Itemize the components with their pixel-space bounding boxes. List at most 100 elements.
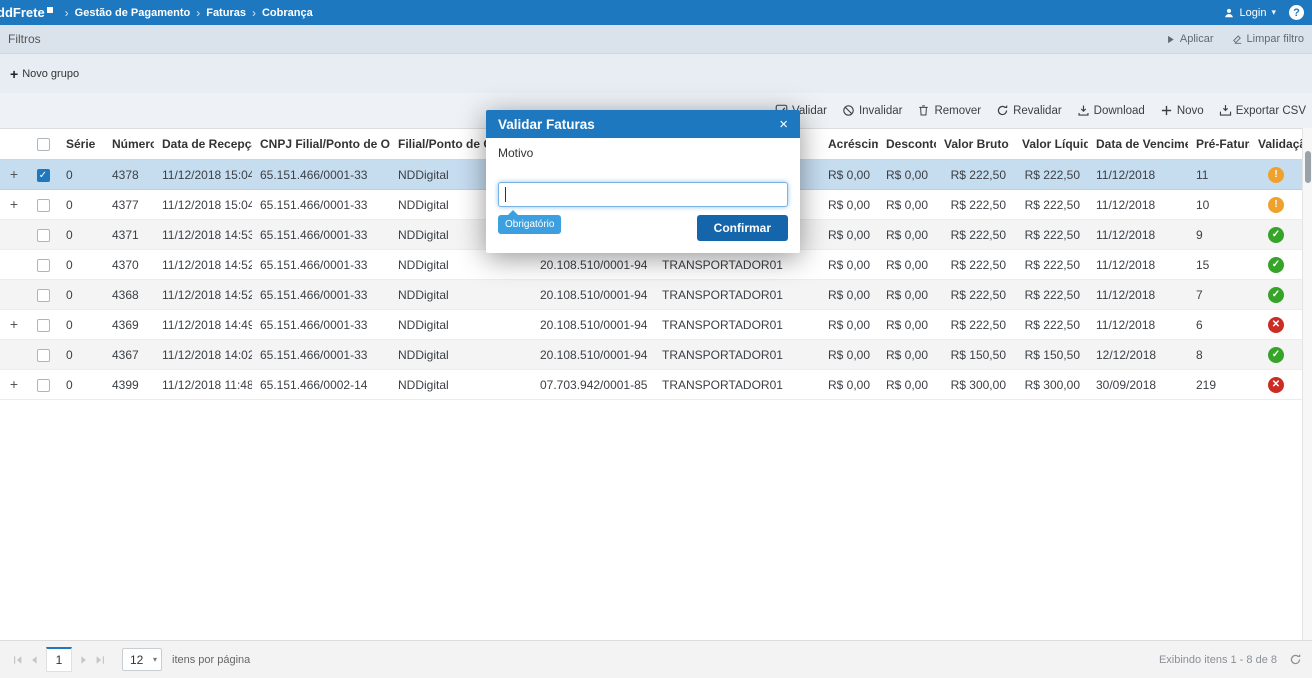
column-header-desconto[interactable]: Desconto <box>878 128 936 160</box>
expand-cell <box>0 219 28 250</box>
user-icon <box>1223 7 1235 19</box>
expand-row-icon[interactable]: + <box>10 316 18 332</box>
cell-valor_bruto: R$ 150,50 <box>936 339 1014 370</box>
error-icon: ✕ <box>1268 316 1284 333</box>
cell-desconto: R$ 0,00 <box>878 219 936 250</box>
checkbox-cell <box>28 279 58 310</box>
motivo-label: Motivo <box>498 146 534 160</box>
cell-serie: 0 <box>58 219 104 250</box>
download-label: Download <box>1093 104 1145 117</box>
success-icon: ✓ <box>1268 286 1284 303</box>
row-checkbox[interactable] <box>36 378 50 392</box>
table-row[interactable]: 0 4370 11/12/2018 14:52 65.151.466/0001-33 N… <box>0 249 1302 280</box>
next-page-button[interactable] <box>76 652 92 668</box>
cell-valor_bruto: R$ 222,50 <box>936 159 1014 190</box>
invalidar-button[interactable]: Invalidar <box>842 104 902 117</box>
row-checkbox[interactable] <box>36 228 50 242</box>
exportar-csv-label: Exportar CSV <box>1235 104 1306 117</box>
column-header-serie[interactable]: Série <box>58 128 104 160</box>
cell-numero: 4367 <box>104 339 154 370</box>
column-header-data_recepcao[interactable]: Data de Recepção ↓ <box>154 128 252 160</box>
expand-row-icon[interactable]: + <box>10 196 18 212</box>
warning-icon: ! <box>1268 196 1284 213</box>
table-row[interactable]: 0 4367 11/12/2018 14:02 65.151.466/0001-33 N… <box>0 339 1302 370</box>
expand-row-icon[interactable]: + <box>10 376 18 392</box>
table-row[interactable]: +0 4369 11/12/2018 14:49 65.151.466/0001-33… <box>0 309 1302 340</box>
expand-row-icon[interactable]: + <box>10 166 18 182</box>
pagination-right: Exibindo itens 1 - 8 de 8 <box>1159 653 1302 666</box>
row-checkbox[interactable] <box>36 288 50 302</box>
vertical-scrollbar[interactable] <box>1302 128 1312 640</box>
cell-desconto: R$ 0,00 <box>878 339 936 370</box>
last-page-button[interactable] <box>92 652 108 668</box>
refresh-icon[interactable] <box>1289 653 1302 666</box>
first-page-button[interactable] <box>10 652 26 668</box>
column-header-acrescimo[interactable]: Acréscimo <box>820 128 878 160</box>
row-checkbox[interactable] <box>36 198 50 212</box>
login-menu[interactable]: Login <box>1240 7 1267 19</box>
app-root: ddFrete › Gestão de Pagamento › Faturas › Cob… <box>0 0 1312 678</box>
cell-desconto: R$ 0,00 <box>878 189 936 220</box>
cell-serie: 0 <box>58 279 104 310</box>
novo-button[interactable]: Novo <box>1160 104 1204 117</box>
column-header-valor_liquido[interactable]: Valor Líquido <box>1014 128 1088 160</box>
validation-cell: ! <box>1250 189 1302 220</box>
expand-cell <box>0 279 28 310</box>
cell-pre_fatura: 7 <box>1188 279 1250 310</box>
row-checkbox[interactable] <box>36 318 50 332</box>
row-checkbox[interactable] <box>36 348 50 362</box>
column-header-pre_fatura[interactable]: Pré-Fatura <box>1188 128 1250 160</box>
cell-filial: NDDigital <box>390 249 532 280</box>
page-1-button[interactable]: 1 <box>46 647 72 672</box>
exportar-csv-button[interactable]: Exportar CSV <box>1219 104 1306 117</box>
cell-acrescimo: R$ 0,00 <box>820 249 878 280</box>
plus-icon <box>1160 104 1173 117</box>
cell-cnpj_filial: 65.151.466/0001-33 <box>252 159 390 190</box>
column-header-validacao[interactable]: Validação <box>1250 128 1302 160</box>
remover-button[interactable]: Remover <box>917 104 981 117</box>
column-header-valor_bruto[interactable]: Valor Bruto <box>936 128 1014 160</box>
validation-cell: ✓ <box>1250 279 1302 310</box>
clear-filter-button[interactable]: Limpar filtro <box>1232 33 1304 45</box>
close-icon[interactable]: × <box>779 117 788 132</box>
modal-footer-row: Obrigatório Confirmar <box>498 210 788 241</box>
column-header-data_vencimento[interactable]: Data de Vencimento <box>1088 128 1188 160</box>
motivo-input[interactable] <box>498 182 788 207</box>
download-button[interactable]: Download <box>1077 104 1145 117</box>
cell-valor_liquido: R$ 222,50 <box>1014 249 1088 280</box>
breadcrumb-item[interactable]: Cobrança <box>262 7 313 19</box>
select-all-header[interactable] <box>28 128 58 160</box>
topbar-right: Login ▾ ? <box>1223 5 1304 20</box>
confirm-button[interactable]: Confirmar <box>696 215 788 241</box>
scrollbar-thumb[interactable] <box>1305 151 1311 183</box>
breadcrumb-item[interactable]: Gestão de Pagamento <box>75 7 191 19</box>
help-icon[interactable]: ? <box>1289 5 1304 20</box>
table-row[interactable]: 0 4368 11/12/2018 14:52 65.151.466/0001-33 N… <box>0 279 1302 310</box>
revalidar-button[interactable]: Revalidar <box>996 104 1062 117</box>
breadcrumb-item[interactable]: Faturas <box>206 7 246 19</box>
new-group-button[interactable]: + Novo grupo <box>10 67 79 81</box>
new-group-label: Novo grupo <box>22 67 80 80</box>
column-header-cnpj_filial[interactable]: CNPJ Filial/Ponto de Operação <box>252 128 390 160</box>
row-checkbox[interactable]: ✓ <box>36 168 50 182</box>
revalidar-label: Revalidar <box>1013 104 1062 117</box>
cell-numero: 4370 <box>104 249 154 280</box>
cell-data_vencimento: 11/12/2018 <box>1088 249 1188 280</box>
brand-logo[interactable]: ddFrete <box>0 5 53 20</box>
cell-data_recepcao: 11/12/2018 14:52 <box>154 249 252 280</box>
page-size-select[interactable]: 12 ▾ <box>122 648 162 671</box>
cell-data_vencimento: 12/12/2018 <box>1088 339 1188 370</box>
cell-numero: 4377 <box>104 189 154 220</box>
row-checkbox[interactable] <box>36 258 50 272</box>
checkbox-cell <box>28 369 58 400</box>
previous-page-button[interactable] <box>26 652 42 668</box>
select-all-checkbox[interactable] <box>36 138 50 152</box>
cell-valor_liquido: R$ 222,50 <box>1014 159 1088 190</box>
column-header-numero[interactable]: Número <box>104 128 154 160</box>
apply-filters-button[interactable]: Aplicar <box>1165 33 1214 45</box>
table-row[interactable]: +0 4399 11/12/2018 11:48 65.151.466/0002-14… <box>0 369 1302 400</box>
cell-pre_fatura: 8 <box>1188 339 1250 370</box>
expand-cell: + <box>0 309 28 340</box>
success-icon: ✓ <box>1268 226 1284 243</box>
cell-desconto: R$ 0,00 <box>878 249 936 280</box>
